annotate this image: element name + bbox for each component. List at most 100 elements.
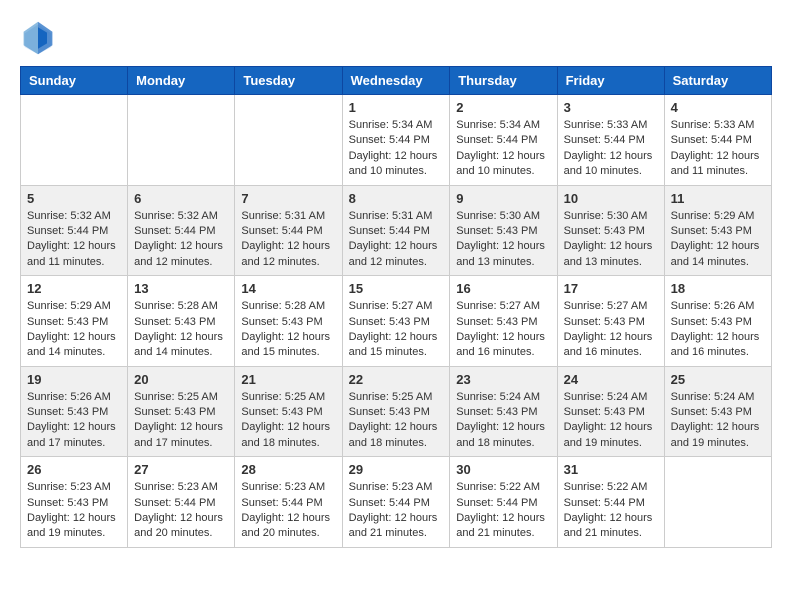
day-info: Sunrise: 5:34 AM Sunset: 5:44 PM Dayligh… [349,118,444,180]
calendar-cell [664,457,771,548]
day-info: Sunrise: 5:27 AM Sunset: 5:43 PM Dayligh… [564,299,658,361]
calendar-cell: 23 Sunrise: 5:24 AM Sunset: 5:43 PM Dayli… [450,366,557,457]
logo-icon [20,20,56,56]
weekday-header: Saturday [664,67,771,95]
day-number: 23 [456,372,550,387]
day-info: Sunrise: 5:27 AM Sunset: 5:43 PM Dayligh… [349,299,444,361]
calendar-cell: 8 Sunrise: 5:31 AM Sunset: 5:44 PM Daylig… [342,185,450,276]
weekday-header: Sunday [21,67,128,95]
day-info: Sunrise: 5:23 AM Sunset: 5:43 PM Dayligh… [27,480,121,542]
day-number: 8 [349,191,444,206]
day-info: Sunrise: 5:25 AM Sunset: 5:43 PM Dayligh… [349,390,444,452]
calendar-cell: 15 Sunrise: 5:27 AM Sunset: 5:43 PM Dayli… [342,276,450,367]
day-number: 26 [27,462,121,477]
calendar-cell: 2 Sunrise: 5:34 AM Sunset: 5:44 PM Daylig… [450,95,557,186]
calendar-cell: 1 Sunrise: 5:34 AM Sunset: 5:44 PM Daylig… [342,95,450,186]
calendar-cell: 28Sunrise: 5:23 AM Sunset: 5:44 PM Dayli… [235,457,342,548]
day-info: Sunrise: 5:22 AM Sunset: 5:44 PM Dayligh… [564,480,658,542]
day-number: 24 [564,372,658,387]
calendar-week-row: 1 Sunrise: 5:34 AM Sunset: 5:44 PM Daylig… [21,95,772,186]
day-number: 25 [671,372,765,387]
calendar-cell: 20 Sunrise: 5:25 AM Sunset: 5:43 PM Dayli… [128,366,235,457]
day-number: 29 [349,462,444,477]
weekday-header: Tuesday [235,67,342,95]
calendar-cell [235,95,342,186]
calendar-cell: 18 Sunrise: 5:26 AM Sunset: 5:43 PM Dayli… [664,276,771,367]
calendar-cell: 13Sunrise: 5:28 AM Sunset: 5:43 PM Dayli… [128,276,235,367]
weekday-header: Monday [128,67,235,95]
day-info: Sunrise: 5:31 AM Sunset: 5:44 PM Dayligh… [241,209,335,271]
day-info: Sunrise: 5:34 AM Sunset: 5:44 PM Dayligh… [456,118,550,180]
day-info: Sunrise: 5:23 AM Sunset: 5:44 PM Dayligh… [134,480,228,542]
day-number: 21 [241,372,335,387]
day-info: Sunrise: 5:29 AM Sunset: 5:43 PM Dayligh… [671,209,765,271]
day-number: 16 [456,281,550,296]
day-info: Sunrise: 5:24 AM Sunset: 5:43 PM Dayligh… [564,390,658,452]
calendar-cell: 26 Sunrise: 5:23 AM Sunset: 5:43 PM Dayli… [21,457,128,548]
calendar-cell: 24 Sunrise: 5:24 AM Sunset: 5:43 PM Dayli… [557,366,664,457]
calendar-cell: 6 Sunrise: 5:32 AM Sunset: 5:44 PM Daylig… [128,185,235,276]
day-info: Sunrise: 5:26 AM Sunset: 5:43 PM Dayligh… [27,390,121,452]
day-number: 2 [456,100,550,115]
day-info: Sunrise: 5:25 AM Sunset: 5:43 PM Dayligh… [241,390,335,452]
day-number: 20 [134,372,228,387]
calendar-cell: 29 Sunrise: 5:23 AM Sunset: 5:44 PM Dayli… [342,457,450,548]
weekday-header: Thursday [450,67,557,95]
day-number: 6 [134,191,228,206]
header [20,20,772,56]
day-number: 4 [671,100,765,115]
calendar-cell: 11 Sunrise: 5:29 AM Sunset: 5:43 PM Dayli… [664,185,771,276]
day-number: 13 [134,281,228,296]
logo [20,20,62,56]
day-info: Sunrise: 5:30 AM Sunset: 5:43 PM Dayligh… [564,209,658,271]
calendar-week-row: 12 Sunrise: 5:29 AM Sunset: 5:43 PM Dayli… [21,276,772,367]
day-info: Sunrise: 5:23 AM Sunset: 5:44 PM Dayligh… [349,480,444,542]
day-info: Sunrise: 5:24 AM Sunset: 5:43 PM Dayligh… [671,390,765,452]
day-info: Sunrise: 5:29 AM Sunset: 5:43 PM Dayligh… [27,299,121,361]
calendar-week-row: 19 Sunrise: 5:26 AM Sunset: 5:43 PM Dayli… [21,366,772,457]
day-info: Sunrise: 5:31 AM Sunset: 5:44 PM Dayligh… [349,209,444,271]
day-number: 1 [349,100,444,115]
calendar-cell: 5 Sunrise: 5:32 AM Sunset: 5:44 PM Daylig… [21,185,128,276]
calendar-cell: 25 Sunrise: 5:24 AM Sunset: 5:43 PM Dayli… [664,366,771,457]
day-number: 9 [456,191,550,206]
calendar-cell: 12 Sunrise: 5:29 AM Sunset: 5:43 PM Dayli… [21,276,128,367]
day-info: Sunrise: 5:32 AM Sunset: 5:44 PM Dayligh… [134,209,228,271]
day-number: 11 [671,191,765,206]
calendar-cell [21,95,128,186]
calendar-cell: 19 Sunrise: 5:26 AM Sunset: 5:43 PM Dayli… [21,366,128,457]
day-info: Sunrise: 5:32 AM Sunset: 5:44 PM Dayligh… [27,209,121,271]
day-number: 14 [241,281,335,296]
day-info: Sunrise: 5:33 AM Sunset: 5:44 PM Dayligh… [564,118,658,180]
calendar-body: 1 Sunrise: 5:34 AM Sunset: 5:44 PM Daylig… [21,95,772,548]
day-info: Sunrise: 5:26 AM Sunset: 5:43 PM Dayligh… [671,299,765,361]
day-number: 10 [564,191,658,206]
calendar-week-row: 5 Sunrise: 5:32 AM Sunset: 5:44 PM Daylig… [21,185,772,276]
weekday-header: Wednesday [342,67,450,95]
day-number: 18 [671,281,765,296]
day-number: 31 [564,462,658,477]
day-number: 30 [456,462,550,477]
day-number: 5 [27,191,121,206]
calendar-cell: 27 Sunrise: 5:23 AM Sunset: 5:44 PM Dayli… [128,457,235,548]
calendar-cell: 9 Sunrise: 5:30 AM Sunset: 5:43 PM Daylig… [450,185,557,276]
day-number: 17 [564,281,658,296]
day-info: Sunrise: 5:24 AM Sunset: 5:43 PM Dayligh… [456,390,550,452]
day-number: 12 [27,281,121,296]
day-info: Sunrise: 5:23 AM Sunset: 5:44 PM Dayligh… [241,480,335,542]
calendar-cell: 14Sunrise: 5:28 AM Sunset: 5:43 PM Dayli… [235,276,342,367]
calendar-cell: 3 Sunrise: 5:33 AM Sunset: 5:44 PM Daylig… [557,95,664,186]
day-number: 19 [27,372,121,387]
calendar-cell: 4Sunrise: 5:33 AM Sunset: 5:44 PM Daylig… [664,95,771,186]
day-number: 15 [349,281,444,296]
calendar-cell: 21 Sunrise: 5:25 AM Sunset: 5:43 PM Dayli… [235,366,342,457]
calendar-cell: 17 Sunrise: 5:27 AM Sunset: 5:43 PM Dayli… [557,276,664,367]
day-info: Sunrise: 5:25 AM Sunset: 5:43 PM Dayligh… [134,390,228,452]
calendar-week-row: 26 Sunrise: 5:23 AM Sunset: 5:43 PM Dayli… [21,457,772,548]
day-number: 7 [241,191,335,206]
day-number: 27 [134,462,228,477]
calendar: SundayMondayTuesdayWednesdayThursdayFrid… [20,66,772,548]
calendar-cell: 30Sunrise: 5:22 AM Sunset: 5:44 PM Dayli… [450,457,557,548]
day-number: 3 [564,100,658,115]
day-info: Sunrise: 5:30 AM Sunset: 5:43 PM Dayligh… [456,209,550,271]
